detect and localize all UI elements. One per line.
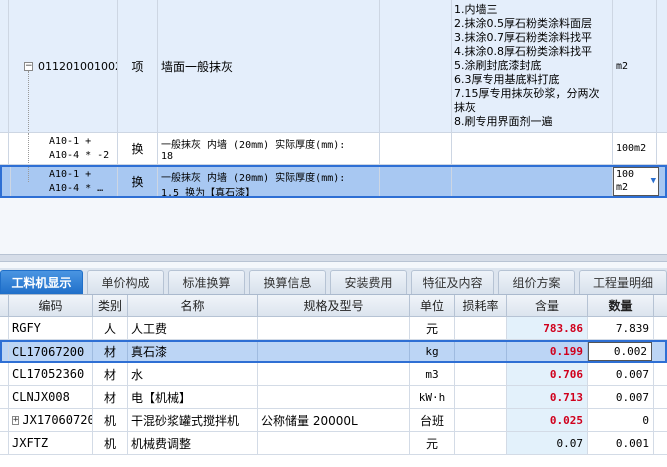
col-loss[interactable]: 损耗率 [455,295,507,316]
unit-cell[interactable]: 100m2 [613,133,657,164]
quantity-input[interactable]: 0.002 [588,342,652,361]
row-indicator [2,167,11,196]
col-quantity[interactable]: 数量 [588,295,654,316]
type-cell[interactable]: 换 [118,167,158,196]
unit-dropdown[interactable]: 100 m2 ▼ [613,167,659,196]
col-spec[interactable]: 规格及型号 [258,295,410,316]
col-code[interactable]: 编码 [9,295,93,316]
name-cell[interactable]: 墙面一般抹灰 [158,0,380,132]
name-cell[interactable]: 一般抹灰 内墙 (20mm) 实际厚度(mm): 18 [158,133,380,164]
quota-row-sub[interactable]: A10-1 + A10-4 * -2 换 一般抹灰 内墙 (20mm) 实际厚度… [0,133,667,165]
col-unit[interactable]: 单位 [410,295,455,316]
code-cell[interactable]: A10-1 + A10-4 * -2 [9,133,118,164]
col-content[interactable]: 含量 [507,295,588,316]
tab-standard-conversion[interactable]: 标准换算 [168,270,245,294]
grid-header: 编码 类别 名称 规格及型号 单位 损耗率 含量 数量 [0,295,667,317]
table-row[interactable]: + JX17060720 机 干混砂浆罐式搅拌机 公称储量 20000L 台班 0… [0,409,667,432]
col-category[interactable]: 类别 [93,295,128,316]
name-cell[interactable]: 一般抹灰 内墙 (20mm) 实际厚度(mm): 1.5 换为【真石漆】 [158,167,380,196]
item-code: 011201001002 [38,60,118,73]
expand-icon[interactable]: + [12,415,20,425]
overflow-cell [657,0,667,132]
table-row-selected[interactable]: CL17067200 材 真石漆 kg 0.199 0.002 [0,340,667,363]
tab-pricing-plan[interactable]: 组价方案 [498,270,575,294]
tab-install-fee[interactable]: 安装费用 [330,270,407,294]
row-indicator [0,0,9,132]
tab-features[interactable]: 特征及内容 [411,270,494,294]
panel-splitter[interactable] [0,254,667,262]
quota-table: − 011201001002 项 墙面一般抹灰 1.内墙三 2.抹涂0.5厚石粉… [0,0,667,198]
col-name[interactable]: 名称 [128,295,258,316]
unit-cell[interactable]: m2 [613,0,657,132]
type-cell[interactable]: 项 [118,0,158,132]
empty-area [0,198,667,254]
empty-cell [380,0,452,132]
quota-row-selected[interactable]: A10-1 + A10-4 * … 换 一般抹灰 内墙 (20mm) 实际厚度(… [0,165,667,198]
table-row[interactable]: RGFY 人 人工费 元 783.86 7.839 [0,317,667,340]
type-cell[interactable]: 换 [118,133,158,164]
tab-unit-price[interactable]: 单价构成 [87,270,164,294]
code-cell[interactable]: − 011201001002 [9,0,118,132]
row-indicator [0,133,9,164]
detail-tabs: 工料机显示 单价构成 标准换算 换算信息 安装费用 特征及内容 组价方案 工程量… [0,268,667,295]
tree-connector [28,71,29,132]
tab-resource-display[interactable]: 工料机显示 [0,270,83,294]
code-cell[interactable]: A10-1 + A10-4 * … [11,167,118,196]
dropdown-arrow-icon[interactable]: ▼ [651,176,656,186]
tab-quantity-detail[interactable]: 工程量明细 [579,270,667,294]
table-row[interactable]: JXFTZ 机 机械费调整 元 0.07 0.001 [0,432,667,455]
quota-row-item[interactable]: − 011201001002 项 墙面一般抹灰 1.内墙三 2.抹涂0.5厚石粉… [0,0,667,133]
table-row[interactable]: CL17052360 材 水 m3 0.706 0.007 [0,363,667,386]
feature-cell[interactable]: 1.内墙三 2.抹涂0.5厚石粉类涂料面层 3.抹涂0.7厚石粉类涂料找平 4.… [452,0,613,132]
resource-grid: 编码 类别 名称 规格及型号 单位 损耗率 含量 数量 RGFY 人 人工费 元… [0,295,667,467]
tab-conversion-info[interactable]: 换算信息 [249,270,326,294]
table-row[interactable]: CLNJX008 材 电【机械】 kW·h 0.713 0.007 [0,386,667,409]
collapse-icon[interactable]: − [24,62,33,71]
